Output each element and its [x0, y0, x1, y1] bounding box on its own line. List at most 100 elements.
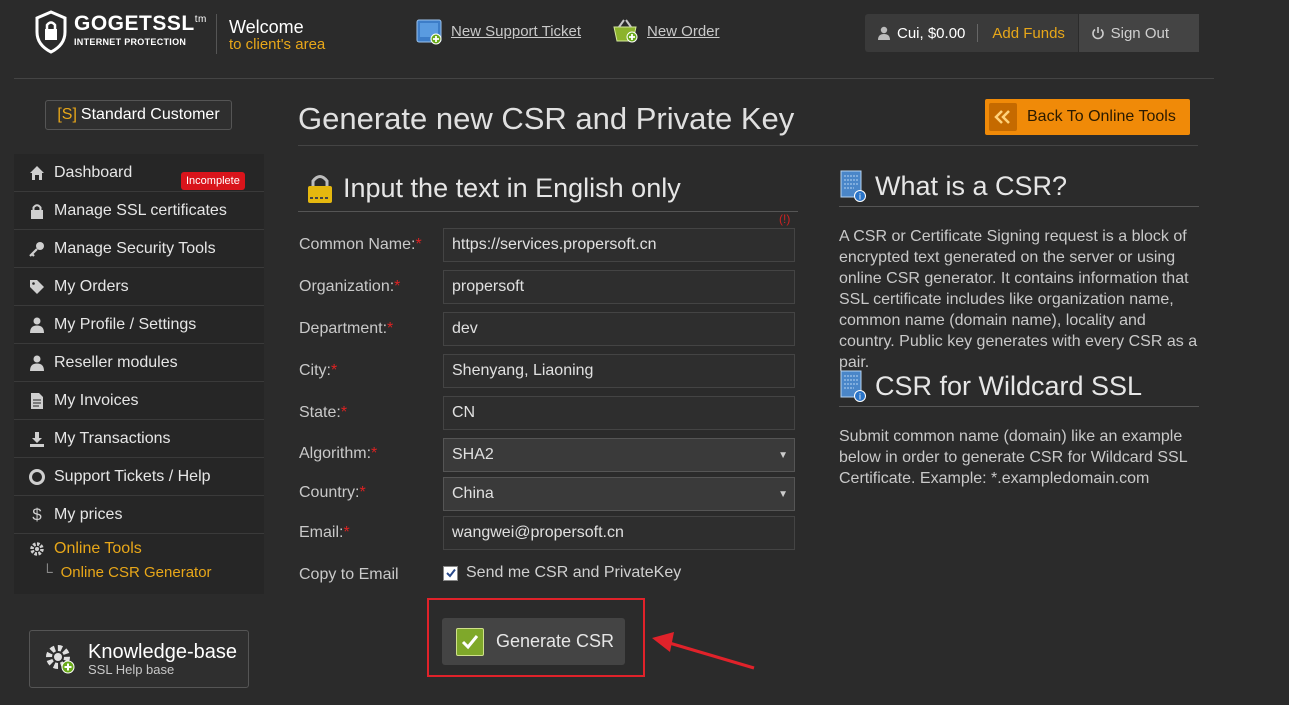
padlock-icon [308, 175, 332, 203]
warning-mark: (!) [779, 212, 791, 226]
power-icon [1091, 27, 1104, 40]
sidebar-item-online-tools[interactable]: Online Tools [14, 534, 264, 564]
new-order-label: New Order [647, 22, 720, 40]
organization-label: Organization:* [299, 278, 401, 295]
dollar-icon: $ [32, 504, 42, 524]
new-ticket-label: New Support Ticket [451, 22, 582, 40]
logo-tagline: INTERNET PROTECTION [74, 37, 187, 47]
knowledge-base-button[interactable]: Knowledge-base SSL Help base [29, 630, 249, 688]
form-heading: Input the text in English only [305, 172, 681, 204]
basket-add-icon [613, 19, 638, 43]
lock-icon [28, 202, 46, 220]
city-field[interactable]: Shenyang, Liaoning [443, 354, 795, 388]
sidebar-item-transactions[interactable]: My Transactions [14, 420, 264, 458]
sign-out-label: Sign Out [1110, 24, 1169, 42]
send-csr-label: Send me CSR and PrivateKey [466, 564, 682, 581]
sidebar-item-label: My Transactions [54, 429, 171, 447]
user-icon [28, 354, 46, 372]
home-icon [28, 164, 46, 182]
user-icon [878, 26, 890, 40]
csr-description: A CSR or Certificate Signing request is … [839, 228, 1198, 371]
badge-label: Standard Customer [80, 106, 220, 123]
svg-text:i: i [859, 392, 861, 402]
lifebuoy-icon [28, 468, 46, 486]
send-csr-checkbox-row[interactable]: Send me CSR and PrivateKey [443, 564, 681, 582]
email-label: Email:* [299, 524, 350, 541]
wildcard-heading: i CSR for Wildcard SSL [839, 370, 1142, 402]
department-field[interactable]: dev [443, 312, 795, 346]
add-funds-link[interactable]: Add Funds [978, 25, 1075, 42]
sidebar-item-support[interactable]: Support Tickets / Help [14, 458, 264, 496]
title-rule [298, 145, 1198, 146]
new-support-ticket-link[interactable]: New Support Ticket [415, 17, 581, 45]
tag-icon [28, 278, 46, 296]
logo[interactable]: GOGETSSLtm INTERNET PROTECTION [34, 10, 214, 56]
welcome-text: Welcome to client's area [229, 18, 325, 54]
copy-to-email-label: Copy to Email [299, 566, 399, 583]
country-select[interactable]: China ▼ [443, 477, 795, 511]
welcome-line: Welcome [229, 17, 304, 37]
shield-logo-icon [35, 10, 67, 54]
check-icon [456, 627, 484, 656]
info-document-icon: i [840, 370, 866, 402]
sidebar-item-label: Reseller modules [54, 353, 178, 371]
user-account[interactable]: Cui, $0.00 [865, 25, 977, 42]
organization-field[interactable]: propersoft [443, 270, 795, 304]
sidebar-item-profile[interactable]: My Profile / Settings [14, 306, 264, 344]
sidebar-item-reseller[interactable]: Reseller modules [14, 344, 264, 382]
sidebar-item-label: Manage SSL certificates [54, 201, 227, 219]
gear-icon [28, 540, 46, 558]
sidebar-item-security-tools[interactable]: Manage Security Tools [14, 230, 264, 268]
gear-add-icon [46, 645, 75, 674]
sidebar-subitem-label: Online CSR Generator [60, 564, 212, 581]
new-order-link[interactable]: New Order [611, 17, 720, 45]
sidebar-item-invoices[interactable]: My Invoices [14, 382, 264, 420]
form-heading-text: Input the text in English only [343, 172, 681, 203]
back-to-online-tools-button[interactable]: Back To Online Tools [985, 99, 1190, 135]
generate-csr-button[interactable]: Generate CSR [442, 618, 625, 665]
sidebar-item-manage-ssl[interactable]: Manage SSL certificates [14, 192, 264, 230]
sidebar-item-label: Manage Security Tools [54, 239, 216, 257]
wildcard-heading-rule [839, 406, 1199, 407]
sidebar-item-label: My Profile / Settings [54, 315, 197, 333]
user-box: Cui, $0.00 Add Funds Sign Out [865, 14, 1199, 52]
back-button-label: Back To Online Tools [1027, 108, 1176, 125]
form-heading-rule [298, 211, 798, 212]
state-field[interactable]: CN [443, 396, 795, 430]
what-is-csr-heading: i What is a CSR? [839, 170, 1067, 202]
sidebar-item-label: My Invoices [54, 391, 139, 409]
sidebar-item-dashboard[interactable]: Dashboard Incomplete [14, 154, 264, 192]
sign-out-button[interactable]: Sign Out [1077, 14, 1199, 52]
key-icon [28, 240, 46, 258]
chevrons-left-icon [989, 103, 1017, 131]
info-document-icon: i [840, 170, 866, 202]
welcome-subline: to client's area [229, 36, 326, 53]
tree-connector: └ [42, 564, 53, 581]
generate-csr-label: Generate CSR [496, 631, 615, 651]
sidebar-subitem-csr-generator[interactable]: └ Online CSR Generator [14, 564, 264, 594]
send-csr-checkbox[interactable] [443, 565, 458, 581]
kb-title: Knowledge-base [88, 640, 237, 663]
checkmark-icon [445, 568, 456, 578]
wildcard-title: CSR for Wildcard SSL [875, 370, 1143, 401]
header-divider [216, 14, 217, 54]
user-balance: Cui, $0.00 [897, 24, 966, 42]
document-icon [28, 392, 46, 410]
common-name-field[interactable]: https://services.propersoft.cn [443, 228, 795, 262]
sidebar-item-label: Support Tickets / Help [54, 467, 211, 485]
email-field[interactable]: wangwei@propersoft.cn [443, 516, 795, 550]
red-arrow-annotation [652, 632, 755, 670]
algorithm-select[interactable]: SHA2 ▼ [443, 438, 795, 472]
incomplete-badge: Incomplete [181, 172, 245, 190]
sidebar-item-prices[interactable]: $ My prices [14, 496, 264, 534]
logo-name: GOGETSSLtm [74, 12, 207, 35]
dropdown-arrow-icon: ▼ [778, 488, 788, 500]
svg-text:i: i [859, 192, 861, 202]
dropdown-arrow-icon: ▼ [778, 449, 788, 461]
sidebar-item-orders[interactable]: My Orders [14, 268, 264, 306]
wildcard-description: Submit common name (domain) like an exam… [839, 428, 1188, 487]
sidebar-item-label: Online Tools [54, 540, 142, 557]
csr-heading-rule [839, 206, 1199, 207]
algorithm-label: Algorithm:* [299, 445, 378, 462]
common-name-label: Common Name:* [299, 236, 422, 253]
